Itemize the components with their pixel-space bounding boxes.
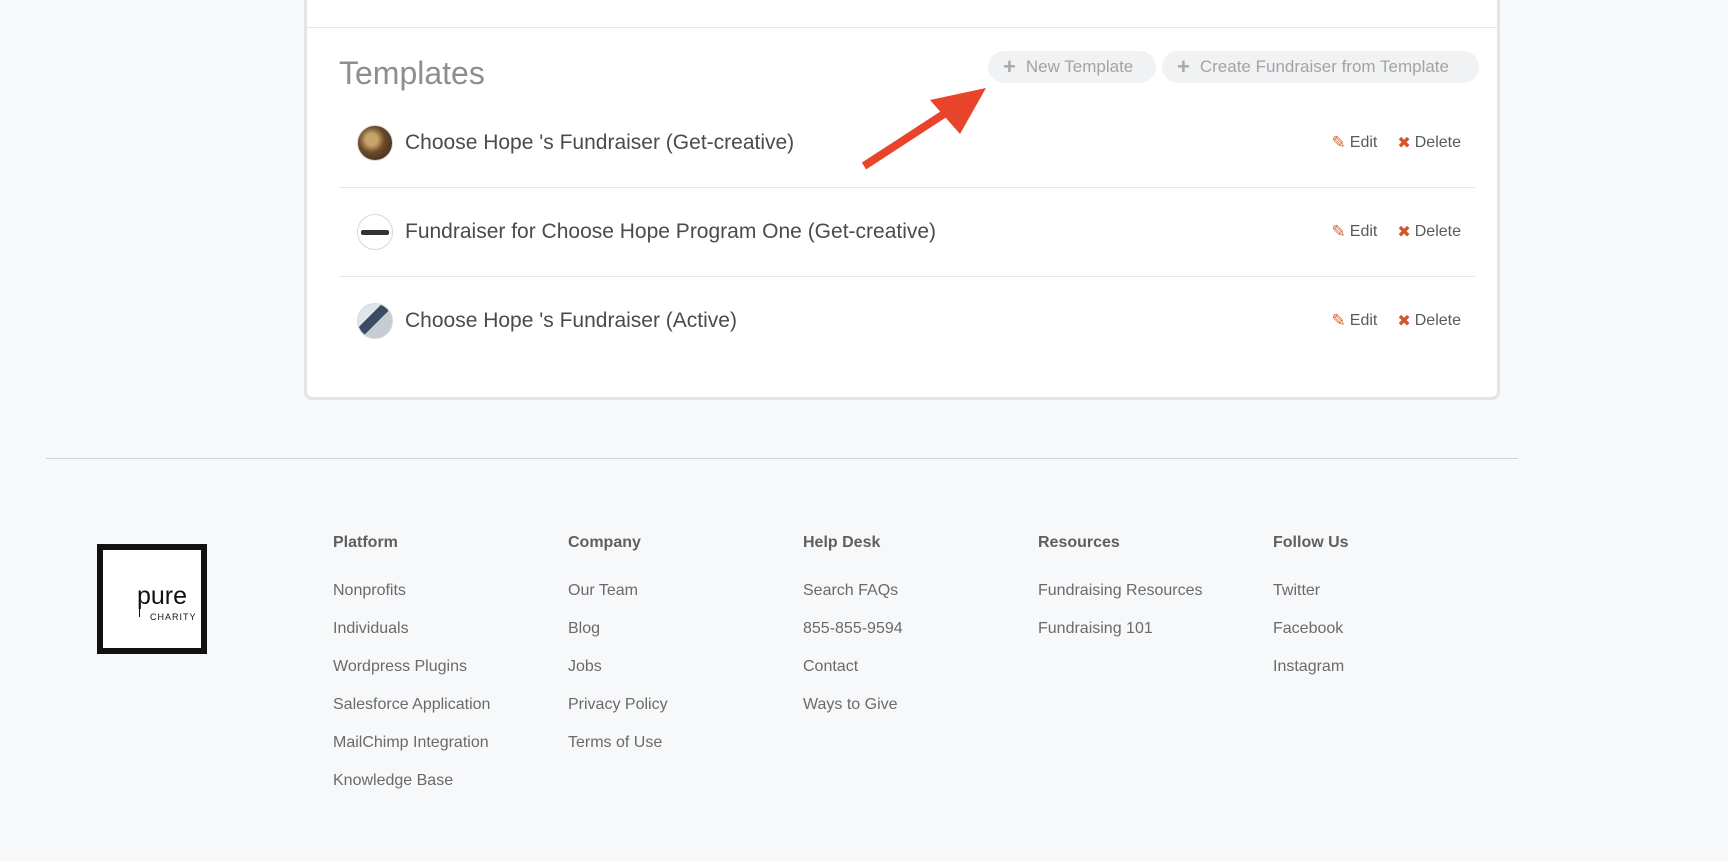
footer-link[interactable]: Twitter <box>1273 572 1349 610</box>
footer-column-resources: Resources Fundraising Resources Fundrais… <box>1038 534 1203 648</box>
template-title[interactable]: Choose Hope 's Fundraiser (Get-creative) <box>405 131 794 155</box>
footer-link[interactable]: Fundraising Resources <box>1038 572 1203 610</box>
template-title[interactable]: Choose Hope 's Fundraiser (Active) <box>405 309 737 333</box>
footer-link[interactable]: 855-855-9594 <box>803 610 903 648</box>
logo-bar <box>139 594 140 617</box>
templates-heading: Templates <box>339 55 485 91</box>
delete-label: Delete <box>1414 223 1461 240</box>
footer-column-help-desk: Help Desk Search FAQs 855-855-9594 Conta… <box>803 534 903 724</box>
footer-link[interactable]: Wordpress Plugins <box>333 648 490 686</box>
footer-link[interactable]: Nonprofits <box>333 572 490 610</box>
create-fundraiser-from-template-button[interactable]: + Create Fundraiser from Template <box>1162 51 1479 83</box>
create-fundraiser-label: Create Fundraiser from Template <box>1199 57 1449 76</box>
edit-label: Edit <box>1349 134 1378 151</box>
footer-link[interactable]: Knowledge Base <box>333 762 490 800</box>
footer-heading: Platform <box>333 534 398 551</box>
delete-label: Delete <box>1414 312 1461 329</box>
edit-button[interactable]: ✎ Edit <box>1332 311 1378 331</box>
x-icon: ✖ <box>1397 313 1411 330</box>
footer-link[interactable]: Facebook <box>1273 610 1349 648</box>
templates-card: Templates + New Template + Create Fundra… <box>304 0 1500 400</box>
pure-charity-logo[interactable]: pure CHARITY <box>97 544 207 654</box>
plus-icon: + <box>1177 54 1190 79</box>
edit-button[interactable]: ✎ Edit <box>1332 222 1378 242</box>
template-thumbnail <box>357 303 393 339</box>
footer-heading: Follow Us <box>1273 534 1349 551</box>
new-template-label: New Template <box>1025 57 1134 76</box>
footer-divider <box>46 458 1518 459</box>
delete-button[interactable]: ✖ Delete <box>1397 222 1461 242</box>
footer-link[interactable]: Salesforce Application <box>333 686 490 724</box>
pencil-icon: ✎ <box>1331 222 1346 241</box>
footer-link[interactable]: MailChimp Integration <box>333 724 490 762</box>
edit-button[interactable]: ✎ Edit <box>1332 133 1378 153</box>
x-icon: ✖ <box>1397 224 1411 241</box>
footer-link[interactable]: Individuals <box>333 610 490 648</box>
footer-link[interactable]: Terms of Use <box>568 724 668 762</box>
footer-link[interactable]: Our Team <box>568 572 668 610</box>
template-thumbnail <box>357 214 393 250</box>
logo-sub: CHARITY <box>150 612 197 622</box>
template-row: Choose Hope 's Fundraiser (Active) ✎ Edi… <box>339 277 1475 365</box>
footer-link[interactable]: Ways to Give <box>803 686 903 724</box>
arrow-annotation-icon <box>861 88 986 170</box>
footer-link[interactable]: Privacy Policy <box>568 686 668 724</box>
footer-link[interactable]: Blog <box>568 610 668 648</box>
delete-label: Delete <box>1414 134 1461 151</box>
card-divider <box>307 27 1497 28</box>
x-icon: ✖ <box>1397 135 1411 152</box>
edit-label: Edit <box>1349 312 1378 329</box>
footer-column-follow-us: Follow Us Twitter Facebook Instagram <box>1273 534 1349 686</box>
edit-label: Edit <box>1349 223 1378 240</box>
footer-heading: Resources <box>1038 534 1120 551</box>
template-row: Fundraiser for Choose Hope Program One (… <box>339 188 1475 277</box>
footer-link[interactable]: Fundraising 101 <box>1038 610 1203 648</box>
footer-heading: Help Desk <box>803 534 881 551</box>
footer-column-platform: Platform Nonprofits Individuals Wordpres… <box>333 534 490 800</box>
footer-link[interactable]: Jobs <box>568 648 668 686</box>
template-title[interactable]: Fundraiser for Choose Hope Program One (… <box>405 220 936 244</box>
template-thumbnail <box>357 125 393 161</box>
footer-heading: Company <box>568 534 641 551</box>
logo-word: pure <box>137 582 188 610</box>
footer-link[interactable]: Contact <box>803 648 903 686</box>
footer-link[interactable]: Instagram <box>1273 648 1349 686</box>
plus-icon: + <box>1003 54 1016 79</box>
footer-column-company: Company Our Team Blog Jobs Privacy Polic… <box>568 534 668 762</box>
pencil-icon: ✎ <box>1331 133 1346 152</box>
pencil-icon: ✎ <box>1331 311 1346 330</box>
footer-link[interactable]: Search FAQs <box>803 572 903 610</box>
delete-button[interactable]: ✖ Delete <box>1397 311 1461 331</box>
delete-button[interactable]: ✖ Delete <box>1397 133 1461 153</box>
new-template-button[interactable]: + New Template <box>988 51 1156 83</box>
